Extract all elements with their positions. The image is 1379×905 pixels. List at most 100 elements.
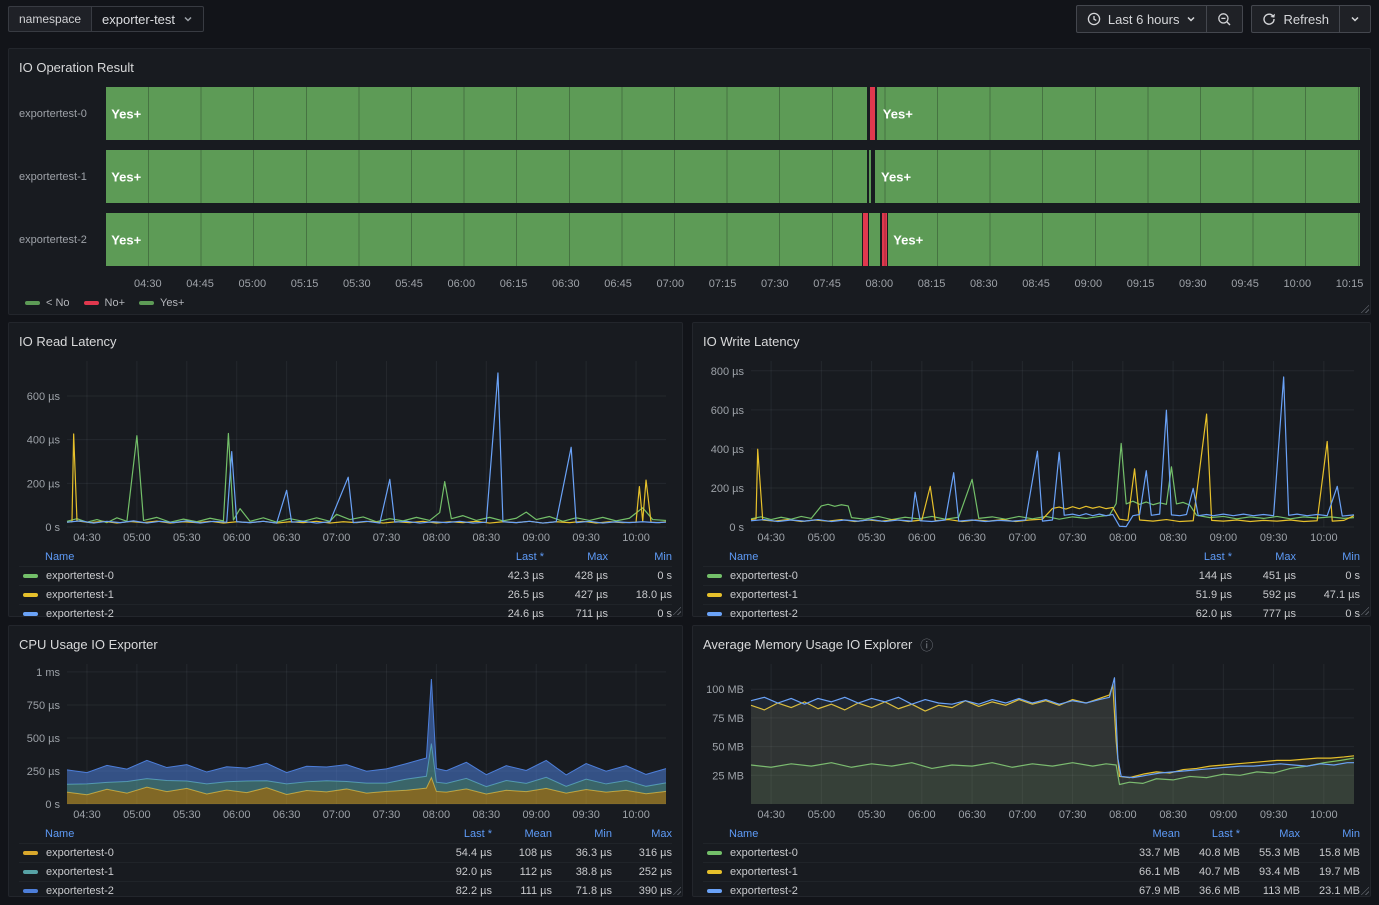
legend-value: 0 s — [608, 570, 672, 582]
legend-col-mean[interactable]: Mean — [492, 828, 552, 840]
legend-col-last[interactable]: Last * — [480, 551, 544, 563]
legend-col-last[interactable]: Last * — [1168, 551, 1232, 563]
x-axis-tick-label: 10:00 — [1284, 278, 1312, 290]
timeline-x-axis: 04:3004:4505:0005:1505:3005:4506:0006:15… — [106, 276, 1360, 292]
legend-value: 428 µs — [544, 570, 608, 582]
refresh-button[interactable]: Refresh — [1251, 5, 1340, 33]
svg-text:250 µs: 250 µs — [27, 766, 61, 778]
timeline-segment-yes — [869, 150, 871, 203]
legend-col-min[interactable]: Min — [608, 551, 672, 563]
legend-col-max[interactable]: Max — [544, 551, 608, 563]
legend-row[interactable]: exportertest-126.5 µs427 µs18.0 µs — [19, 585, 672, 604]
namespace-variable-select[interactable]: exporter-test — [91, 6, 204, 32]
legend-value: 36.6 MB — [1180, 885, 1240, 897]
legend-row[interactable]: exportertest-151.9 µs592 µs47.1 µs — [703, 585, 1360, 604]
legend-col-last[interactable]: Last * — [1180, 828, 1240, 840]
time-range-picker[interactable]: Last 6 hours — [1076, 5, 1208, 33]
legend-value: 451 µs — [1232, 570, 1296, 582]
legend-row[interactable]: exportertest-192.0 µs112 µs38.8 µs252 µs — [19, 862, 672, 881]
legend-col-max[interactable]: Max — [1240, 828, 1300, 840]
timeline-state-value: Yes+ — [881, 169, 911, 184]
timeline-row-label: exportertest-0 — [19, 87, 106, 140]
timeline-legend-item[interactable]: < No — [25, 297, 70, 309]
chevron-down-icon — [1186, 14, 1196, 24]
legend-row[interactable]: exportertest-282.2 µs111 µs71.8 µs390 µs — [19, 881, 672, 900]
panel-title[interactable]: IO Operation Result — [19, 55, 1360, 79]
legend-row[interactable]: exportertest-267.9 MB36.6 MB113 MB23.1 M… — [703, 881, 1360, 900]
legend-value: 24.6 µs — [480, 608, 544, 620]
resize-handle[interactable] — [1359, 885, 1369, 895]
legend-row[interactable]: exportertest-054.4 µs108 µs36.3 µs316 µs — [19, 843, 672, 862]
svg-text:04:30: 04:30 — [73, 532, 101, 544]
svg-text:09:00: 09:00 — [522, 532, 550, 544]
legend-col-min[interactable]: Min — [1300, 828, 1360, 840]
legend-col-mean[interactable]: Mean — [1120, 828, 1180, 840]
legend-col-min[interactable]: Min — [552, 828, 612, 840]
write-latency-legend-table: NameLast *MaxMin exportertest-0144 µs451 … — [703, 547, 1360, 623]
x-axis-tick-label: 08:15 — [918, 278, 946, 290]
svg-text:04:30: 04:30 — [757, 532, 785, 544]
legend-value: 427 µs — [544, 589, 608, 601]
info-icon[interactable]: ⓘ — [920, 635, 933, 654]
timeline-track[interactable]: Yes+Yes+ — [106, 87, 1360, 140]
legend-value: 113 MB — [1240, 885, 1300, 897]
legend-row[interactable]: exportertest-262.0 µs777 µs0 s — [703, 604, 1360, 623]
timeline-segment-yes — [877, 87, 1360, 140]
series-color-chip — [23, 889, 38, 893]
timeline-track[interactable]: Yes+Yes+ — [106, 150, 1360, 203]
x-axis-tick-label: 04:45 — [186, 278, 214, 290]
svg-text:05:30: 05:30 — [173, 532, 201, 544]
legend-value: 0 s — [1296, 570, 1360, 582]
timeline-track[interactable]: Yes+Yes+ — [106, 213, 1360, 266]
panel-title-text: Average Memory Usage IO Explorer — [703, 637, 912, 652]
resize-handle[interactable] — [1359, 605, 1369, 615]
panel-title[interactable]: IO Write Latency — [703, 329, 1360, 353]
panel-title[interactable]: CPU Usage IO Exporter — [19, 632, 672, 656]
legend-row[interactable]: exportertest-224.6 µs711 µs0 s — [19, 604, 672, 623]
legend-row[interactable]: exportertest-0144 µs451 µs0 s — [703, 566, 1360, 585]
legend-value: 252 µs — [612, 866, 672, 878]
resize-handle[interactable] — [671, 885, 681, 895]
timeline-segment-yes — [875, 150, 1360, 203]
panel-title[interactable]: Average Memory Usage IO Explorer ⓘ — [703, 632, 1360, 656]
cpu-usage-chart: 04:3005:0005:3006:0006:3007:0007:3008:00… — [19, 656, 674, 822]
svg-text:500 µs: 500 µs — [27, 733, 61, 745]
legend-value: 15.8 MB — [1300, 847, 1360, 859]
memory-usage-legend-table: NameMeanLast *MaxMin exportertest-033.7 M… — [703, 824, 1360, 900]
resize-handle[interactable] — [671, 605, 681, 615]
timeline-segment-no — [882, 213, 887, 266]
legend-col-name[interactable]: Name — [19, 828, 432, 840]
svg-text:09:00: 09:00 — [1210, 809, 1238, 821]
timeline-segment-no — [863, 213, 868, 266]
svg-text:06:30: 06:30 — [958, 809, 986, 821]
legend-col-name[interactable]: Name — [703, 828, 1120, 840]
legend-value: 38.8 µs — [552, 866, 612, 878]
legend-col-name[interactable]: Name — [703, 551, 1168, 563]
legend-col-min[interactable]: Min — [1296, 551, 1360, 563]
legend-value: 54.4 µs — [432, 847, 492, 859]
series-color-chip — [23, 870, 38, 874]
timeline-legend-item[interactable]: No+ — [84, 297, 126, 309]
legend-value: 92.0 µs — [432, 866, 492, 878]
legend-col-max[interactable]: Max — [612, 828, 672, 840]
refresh-interval-dropdown[interactable] — [1340, 5, 1371, 33]
svg-text:07:30: 07:30 — [1059, 532, 1087, 544]
legend-col-max[interactable]: Max — [1232, 551, 1296, 563]
resize-handle[interactable] — [1359, 303, 1369, 313]
legend-row[interactable]: exportertest-042.3 µs428 µs0 s — [19, 566, 672, 585]
timeline-row-label: exportertest-2 — [19, 213, 106, 266]
legend-row[interactable]: exportertest-166.1 MB40.7 MB93.4 MB19.7 … — [703, 862, 1360, 881]
series-name: exportertest-0 — [19, 570, 480, 582]
timeline-legend-item[interactable]: Yes+ — [139, 297, 184, 309]
legend-col-last[interactable]: Last * — [432, 828, 492, 840]
svg-text:05:00: 05:00 — [123, 532, 151, 544]
legend-row[interactable]: exportertest-033.7 MB40.8 MB55.3 MB15.8 … — [703, 843, 1360, 862]
series-name: exportertest-0 — [19, 847, 432, 859]
zoom-out-button[interactable] — [1207, 5, 1243, 33]
series-color-chip — [23, 851, 38, 855]
panel-title[interactable]: IO Read Latency — [19, 329, 672, 353]
legend-header: NameLast *MeanMinMax — [19, 824, 672, 843]
legend-col-name[interactable]: Name — [19, 551, 480, 563]
x-axis-tick-label: 06:30 — [552, 278, 580, 290]
zoom-out-icon — [1217, 12, 1232, 27]
